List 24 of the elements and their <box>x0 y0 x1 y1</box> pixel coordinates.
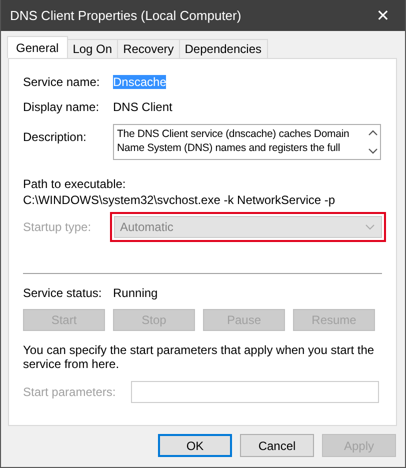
field-label: Description: <box>23 130 88 144</box>
tab[interactable]: Dependencies <box>178 39 268 58</box>
dialog-button[interactable]: Cancel <box>240 434 314 457</box>
tab[interactable]: Log On <box>66 39 118 58</box>
hint-text: You can specify the start parameters that apply when you start the service from here. <box>23 343 376 371</box>
tab[interactable]: General <box>7 36 68 58</box>
chevron-down-icon <box>365 224 375 230</box>
field-label: Service name: <box>23 75 101 89</box>
service-status-value: Running <box>113 286 158 300</box>
window-title: DNS Client Properties (Local Computer) <box>10 8 242 23</box>
display-name-value: DNS Client <box>113 100 172 114</box>
field-label: Path to executable: <box>23 177 127 191</box>
path-value: C:\WINDOWS\system32\svchost.exe -k NetworkService -p <box>23 193 336 207</box>
description-box[interactable]: The DNS Client service (dnscache) caches Domain Name System (DNS) names and registers the full <box>113 124 381 160</box>
field-label: Display name: <box>23 100 100 114</box>
service-name-value: Dnscache <box>113 75 166 89</box>
dialog-button[interactable]: OK <box>158 434 232 457</box>
field-label: Service status: <box>23 286 103 300</box>
description-line: The DNS Client service (dnscache) caches Domain <box>117 127 350 141</box>
description-line: Name System (DNS) names and registers the full <box>117 141 340 155</box>
close-button[interactable]: ✕ <box>361 0 405 31</box>
field-label: Startup type: <box>23 220 92 234</box>
tab[interactable]: Recovery <box>117 39 180 58</box>
field-label: Start parameters: <box>23 385 117 399</box>
